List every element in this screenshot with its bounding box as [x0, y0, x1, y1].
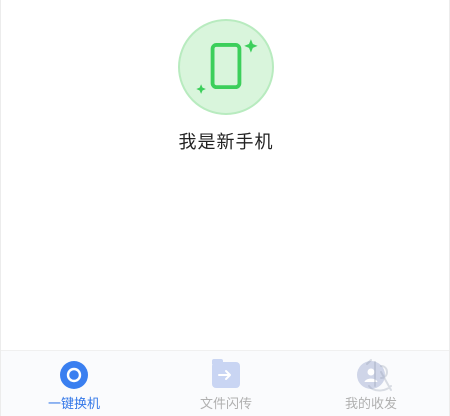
tab-label: 一键换机 [47, 397, 100, 412]
phone-icon [196, 39, 258, 94]
folder-transfer-icon [212, 359, 240, 389]
new-phone-section: 我是新手机 [1, 0, 449, 340]
new-phone-label[interactable]: 我是新手机 [1, 128, 449, 154]
tab-label: 文件闪传 [199, 397, 252, 412]
tab-one-click-switch[interactable]: 一键换机 [14, 351, 134, 416]
watermark-icon [366, 359, 392, 392]
app-screen: 我是新手机 一键换机 文件闪传 我的收发 [0, 0, 450, 416]
tab-file-transfer[interactable]: 文件闪传 [166, 351, 286, 416]
new-phone-button[interactable] [178, 19, 274, 115]
switch-icon [60, 361, 88, 389]
